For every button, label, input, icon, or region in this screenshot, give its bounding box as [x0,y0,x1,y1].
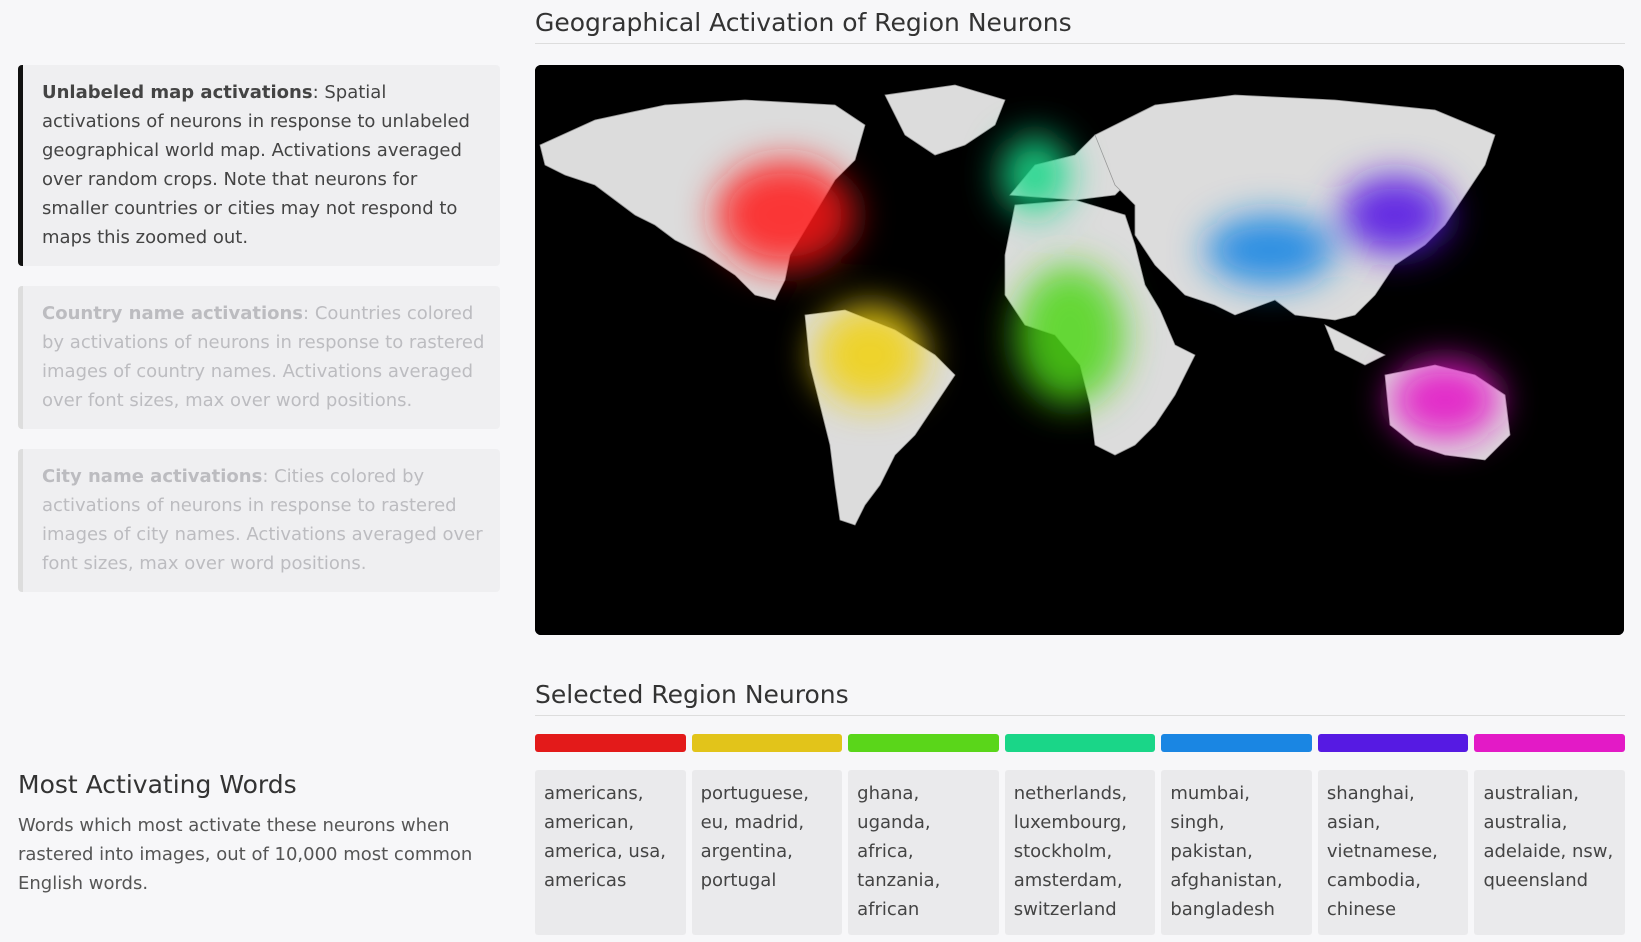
neuron-swatch[interactable] [1317,734,1469,752]
activation-blob-americas [715,160,855,270]
neuron-swatch[interactable] [1474,734,1626,752]
neuron-color-swatches [535,734,1626,752]
neuron-words: mumbai, singh, pakistan, afghanistan, ba… [1161,770,1312,935]
option-title: Unlabeled map activations [42,82,313,103]
country-name-option[interactable]: Country name activations: Countries colo… [18,286,500,429]
neuron-swatch[interactable] [1004,734,1156,752]
activation-blob-australia [1390,360,1500,440]
most-activating-words-section: Most Activating Words Words which most a… [18,770,500,898]
selected-neurons-header: Selected Region Neurons [535,672,1625,716]
option-description: : Spatial activations of neurons in resp… [42,82,470,248]
activation-blob-europe [1000,135,1070,215]
unlabeled-map-option[interactable]: Unlabeled map activations: Spatial activ… [18,65,500,266]
neuron-words: americans, american, america, usa, ameri… [535,770,686,935]
map-header: Geographical Activation of Region Neuron… [535,0,1625,44]
section-title: Most Activating Words [18,770,297,799]
neuron-words: ghana, uganda, africa, tanzania, african [848,770,999,935]
neuron-swatch[interactable] [848,734,999,752]
selected-neurons-title: Selected Region Neurons [535,672,1625,716]
map-type-options: Unlabeled map activations: Spatial activ… [18,65,500,612]
activation-blob-east-asia [1340,175,1450,255]
neuron-swatch[interactable] [691,734,843,752]
activation-blob-south-asia [1205,215,1335,285]
activation-blob-south-america [815,305,925,405]
neuron-words: netherlands, luxembourg, stockholm, amst… [1004,770,1156,935]
option-title: Country name activations [42,303,304,324]
section-description: Words which most activate these neurons … [18,815,473,894]
activation-blob-africa [1015,265,1125,405]
city-name-option[interactable]: City name activations: Cities colored by… [18,449,500,592]
map-title: Geographical Activation of Region Neuron… [535,0,1625,44]
neuron-swatch[interactable] [1161,734,1312,752]
world-activation-map [535,65,1624,635]
neuron-words: shanghai, asian, vietnamese, cambodia, c… [1317,770,1469,935]
neuron-words: portuguese, eu, madrid, argentina, portu… [691,770,843,935]
neuron-words: australian, australia, adelaide, nsw, qu… [1474,770,1626,935]
neuron-swatch[interactable] [535,734,686,752]
option-title: City name activations [42,466,263,487]
neuron-word-columns: americans, american, america, usa, ameri… [535,770,1626,935]
